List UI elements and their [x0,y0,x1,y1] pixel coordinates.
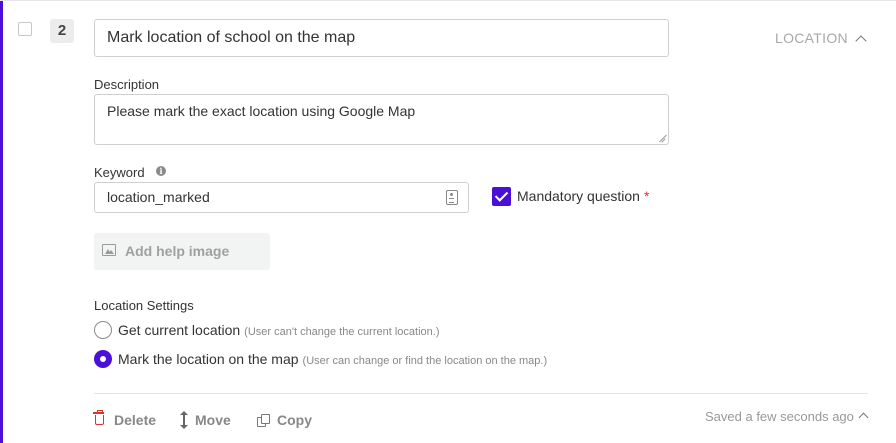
description-textarea[interactable]: Please mark the exact location using Goo… [94,94,669,145]
copy-label: Copy [277,412,312,428]
footer-divider [94,393,868,394]
trash-icon [93,410,104,425]
required-asterisk: * [643,188,650,204]
description-label: Description [94,77,160,92]
option-hint: (User can change or find the location on… [302,355,548,367]
collapse-chevron-up-icon[interactable] [855,35,867,47]
collapse-chevron-up-icon[interactable] [858,412,869,423]
add-help-image-label: Add help image [125,243,230,259]
copy-button[interactable]: Copy [256,411,316,431]
contact-card-icon[interactable] [446,190,458,205]
add-help-image-button[interactable]: Add help image [94,233,270,270]
radio-mark-location-on-map[interactable] [94,350,112,368]
move-arrows-icon [180,411,188,429]
option-get-current-location[interactable]: Get current location (User can't change t… [118,322,439,340]
question-card: 2 Mark location of school on the map LOC… [0,0,896,443]
saved-status-text: Saved a few seconds ago [705,409,854,424]
description-text: Please mark the exact location using Goo… [107,103,416,119]
delete-button[interactable]: Delete [93,410,160,431]
radio-get-current-location[interactable] [94,321,112,339]
keyword-input[interactable]: location_marked [94,182,469,213]
keyword-info-icon[interactable]: i [156,166,166,176]
option-label: Get current location [118,322,241,338]
location-settings-label: Location Settings [94,298,194,313]
textarea-resize-handle[interactable] [658,134,666,142]
mandatory-label-text: Mandatory question [517,188,640,204]
option-mark-location-on-map[interactable]: Mark the location on the map (User can ch… [118,351,547,369]
question-number-badge: 2 [50,19,74,43]
question-title-input[interactable]: Mark location of school on the map [94,19,669,57]
option-label: Mark the location on the map [118,351,299,367]
active-indicator-bar [0,1,3,443]
question-select-checkbox[interactable] [18,22,32,36]
move-button[interactable]: Move [180,411,235,431]
mandatory-question-label[interactable]: Mandatory question * [517,188,649,204]
image-icon [102,244,116,256]
keyword-label: Keyword [94,165,145,180]
option-hint: (User can't change the current location.… [244,326,440,338]
question-type-label[interactable]: LOCATION [775,30,848,46]
move-label: Move [195,412,231,428]
copy-icon [257,414,271,428]
mandatory-checkbox[interactable] [492,187,511,206]
delete-label: Delete [114,412,157,428]
